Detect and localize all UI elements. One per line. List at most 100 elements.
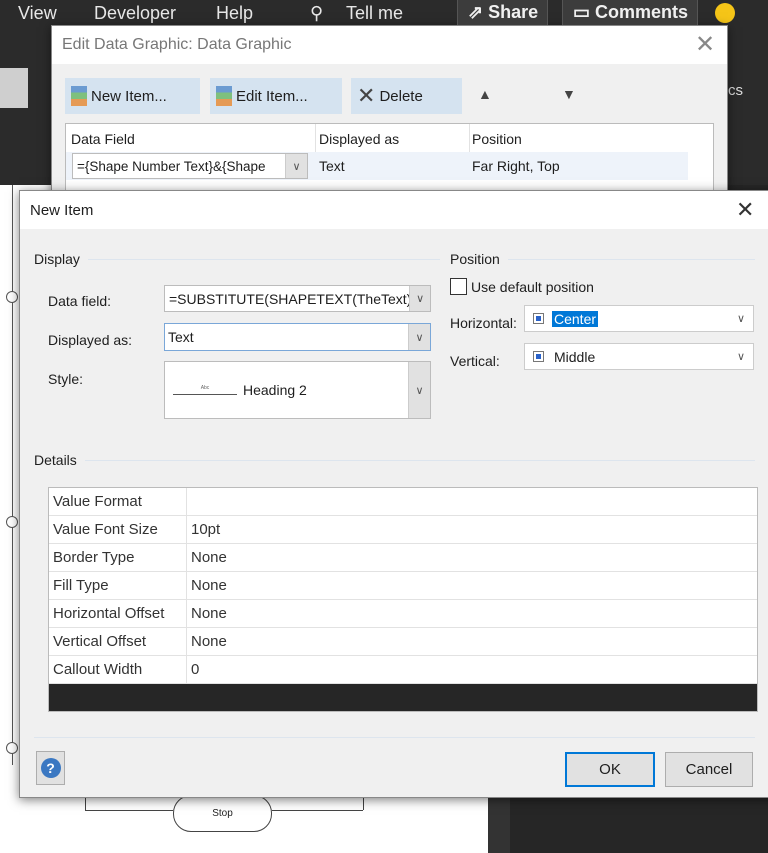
position-group: Position	[450, 251, 755, 267]
detail-row[interactable]: Fill Type None	[49, 572, 757, 600]
details-empty-area	[49, 684, 757, 711]
detail-value[interactable]: None	[187, 605, 227, 622]
close-icon[interactable]: ✕	[736, 197, 754, 223]
connector-line	[12, 185, 13, 765]
column-divider	[315, 124, 316, 152]
move-down-button[interactable]: ▼	[562, 86, 576, 102]
detail-value[interactable]: None	[187, 633, 227, 650]
detail-row[interactable]: Callout Width 0	[49, 656, 757, 684]
detail-row[interactable]: Value Font Size 10pt	[49, 516, 757, 544]
displayed-as-value: Text	[168, 329, 194, 345]
data-field-label: Data field:	[48, 293, 112, 309]
help-icon: ?	[40, 758, 61, 778]
displayed-as-label: Displayed as:	[48, 332, 133, 348]
data-field-combo[interactable]: =SUBSTITUTE(SHAPETEXT(TheText),C ∨	[164, 285, 431, 312]
delete-button[interactable]: ✕ Delete	[351, 78, 462, 114]
move-up-button[interactable]: ▲	[478, 86, 492, 102]
connection-handle[interactable]	[6, 291, 18, 303]
style-value: Heading 2	[243, 382, 307, 398]
new-item-dialog: New Item ✕ Display Data field: =SUBSTITU…	[19, 190, 768, 798]
detail-key: Vertical Offset	[49, 628, 187, 655]
footer-divider	[34, 737, 755, 738]
ok-button[interactable]: OK	[565, 752, 655, 787]
detail-value[interactable]: 10pt	[187, 521, 220, 538]
detail-value[interactable]: None	[187, 577, 227, 594]
chevron-down-icon[interactable]: ∨	[737, 350, 745, 363]
style-preview: Abc	[173, 385, 237, 395]
close-icon[interactable]: ✕	[695, 30, 715, 59]
chevron-down-icon[interactable]: ∨	[409, 286, 430, 311]
stop-label: Stop	[212, 808, 233, 819]
dialog-title: New Item	[30, 202, 94, 219]
chevron-down-icon[interactable]: ∨	[408, 362, 430, 418]
connector-line	[85, 810, 173, 811]
share-button[interactable]: ⇗ Share	[457, 0, 548, 25]
detail-row[interactable]: Horizontal Offset None	[49, 600, 757, 628]
vertical-value: Middle	[554, 348, 596, 365]
chevron-down-icon[interactable]: ∨	[285, 154, 307, 178]
detail-value[interactable]: None	[187, 549, 227, 566]
comments-button[interactable]: ▭ Comments	[562, 0, 698, 25]
column-header[interactable]: Position	[472, 131, 522, 147]
display-label: Display	[34, 251, 80, 267]
ok-label: OK	[599, 761, 621, 778]
connection-handle[interactable]	[6, 516, 18, 528]
ribbon-thumbnail	[0, 68, 28, 108]
chevron-down-icon[interactable]: ∨	[408, 324, 430, 350]
new-item-button[interactable]: New Item...	[65, 78, 200, 114]
horizontal-combo[interactable]: Center ∨	[524, 305, 754, 332]
details-table: Value Format Value Font Size 10pt Border Ty…	[48, 487, 758, 712]
position-label: Position	[450, 251, 500, 267]
smiley-icon[interactable]	[715, 3, 735, 23]
connection-handle[interactable]	[6, 742, 18, 754]
style-combo[interactable]: Abc Heading 2 ∨	[164, 361, 431, 419]
column-divider	[469, 124, 470, 152]
chevron-down-icon[interactable]: ∨	[737, 312, 745, 325]
vertical-combo[interactable]: Middle ∨	[524, 343, 754, 370]
detail-value[interactable]: 0	[187, 661, 199, 678]
use-default-position-checkbox[interactable]	[450, 278, 467, 295]
displayed-as-cell: Text	[319, 158, 345, 174]
display-group: Display	[34, 251, 440, 267]
displayed-as-combo[interactable]: Text ∨	[164, 323, 431, 351]
menu-developer[interactable]: Developer	[94, 3, 176, 24]
dialog-title: Edit Data Graphic: Data Graphic	[62, 36, 292, 53]
share-icon: ⇗	[468, 2, 484, 22]
edit-data-graphic-dialog: Edit Data Graphic: Data Graphic ✕ New It…	[51, 25, 728, 201]
table-row[interactable]: ={Shape Number Text}&{Shape ∨ Text Far Ri…	[66, 152, 688, 180]
detail-row[interactable]: Vertical Offset None	[49, 628, 757, 656]
menu-view[interactable]: View	[18, 3, 57, 24]
group-divider	[84, 459, 755, 461]
stop-shape[interactable]: Stop	[173, 795, 272, 832]
edit-item-button[interactable]: Edit Item...	[210, 78, 342, 114]
comments-label: Comments	[595, 2, 689, 22]
menu-help[interactable]: Help	[216, 3, 253, 24]
column-header[interactable]: Data Field	[71, 131, 135, 147]
cancel-label: Cancel	[685, 761, 733, 778]
title-bar	[20, 191, 768, 229]
use-default-position-label[interactable]: Use default position	[471, 279, 594, 295]
new-item-label: New Item...	[91, 87, 167, 105]
data-field-combo[interactable]: ={Shape Number Text}&{Shape ∨	[72, 153, 308, 179]
column-header[interactable]: Displayed as	[319, 131, 399, 147]
group-divider	[87, 258, 440, 260]
detail-row[interactable]: Value Format	[49, 488, 757, 516]
cancel-button[interactable]: Cancel	[665, 752, 753, 787]
search-icon: ⚲	[310, 3, 324, 23]
edit-item-icon	[216, 86, 232, 106]
data-field-value: =SUBSTITUTE(SHAPETEXT(TheText),C	[169, 290, 410, 307]
delete-label: Delete	[379, 87, 423, 105]
position-icon	[533, 313, 544, 324]
tell-me[interactable]: Tell me	[346, 3, 403, 24]
data-field-value: ={Shape Number Text}&{Shape	[77, 158, 266, 174]
detail-row[interactable]: Border Type None	[49, 544, 757, 572]
help-button[interactable]: ?	[36, 751, 65, 785]
connector-line	[272, 810, 363, 811]
vertical-label: Vertical:	[450, 353, 500, 369]
detail-key: Fill Type	[49, 572, 187, 599]
ribbon-fragment: cs	[728, 82, 743, 99]
position-cell: Far Right, Top	[472, 158, 560, 174]
detail-key: Border Type	[49, 544, 187, 571]
position-icon	[533, 351, 544, 362]
detail-key: Callout Width	[49, 656, 187, 683]
